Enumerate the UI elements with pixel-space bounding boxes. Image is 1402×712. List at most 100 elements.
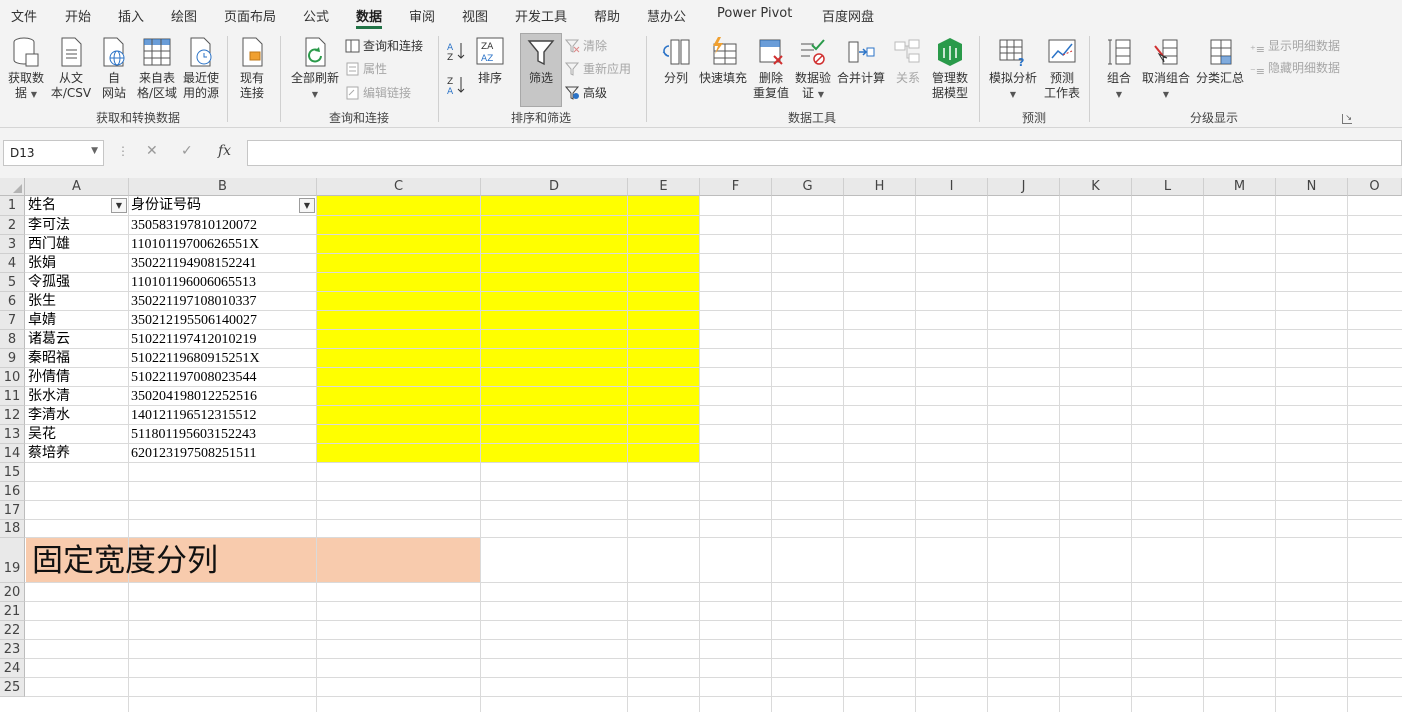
row-header[interactable]: 13 [0,425,25,444]
column-header-a[interactable]: A [25,178,129,196]
tab-view[interactable]: 视图 [462,6,488,26]
cell-name[interactable]: 吴花 [26,425,56,444]
sort-za-button[interactable]: ZA [446,74,468,100]
row-header[interactable]: 25 [0,678,25,697]
clear-filter-button[interactable]: 清除 [565,38,607,54]
row-header[interactable]: 2 [0,216,25,235]
tab-page-layout[interactable]: 页面布局 [224,6,276,26]
cell-id[interactable]: 510221197008023544 [129,368,256,387]
refresh-all-button[interactable]: 全部刷新 ▼ [288,36,342,102]
properties-button[interactable]: 属性 [345,61,387,77]
cell-name[interactable]: 孙倩倩 [26,368,70,387]
cell-id[interactable]: 140121196512315512 [129,406,256,425]
cell-id[interactable]: 350583197810120072 [129,216,257,235]
tab-developer[interactable]: 开发工具 [515,6,567,26]
column-header-k[interactable]: K [1060,178,1132,196]
consolidate-button[interactable]: 合并计算 [835,36,887,86]
cell-name[interactable]: 诸葛云 [26,330,70,349]
row-header[interactable]: 17 [0,501,25,520]
recent-sources-button[interactable]: 最近使 用的源 [180,36,222,101]
column-header-m[interactable]: M [1204,178,1276,196]
worksheet-grid[interactable]: A B C D E F G H I J K L M N O 1 2 3 4 5 … [0,178,1402,712]
subtotal-button[interactable]: 分类汇总 [1194,36,1246,86]
cell-name[interactable]: 秦昭福 [26,349,70,368]
cell-name[interactable]: 张生 [26,292,56,311]
relationships-button[interactable]: 关系 [891,36,925,86]
cell-name[interactable]: 李可法 [26,216,70,235]
ungroup-button[interactable]: 取消组合 ▼ [1140,36,1192,102]
column-header-l[interactable]: L [1132,178,1204,196]
tab-baidu-netdisk[interactable]: 百度网盘 [822,6,874,26]
tab-review[interactable]: 审阅 [409,6,435,26]
from-web-button[interactable]: 自 网站 [96,36,132,101]
row-header[interactable]: 10 [0,368,25,387]
row-header[interactable]: 1 [0,196,25,216]
existing-connections-button[interactable]: 现有 连接 [233,36,271,101]
flash-fill-button[interactable]: 快速填充 [697,36,749,86]
filter-button[interactable]: 筛选 [520,33,562,107]
row-header[interactable]: 7 [0,311,25,330]
cell-b1-id-header[interactable]: 身份证号码 [129,196,201,215]
cell-id[interactable]: 511801195603152243 [129,425,256,444]
row-header[interactable]: 20 [0,583,25,602]
remove-duplicates-button[interactable]: 删除 重复值 [752,36,790,101]
cell-name[interactable]: 蔡培养 [26,444,70,463]
row-header[interactable]: 6 [0,292,25,311]
column-header-o[interactable]: O [1348,178,1402,196]
advanced-filter-button[interactable]: 高级 [565,85,607,101]
manage-data-model-button[interactable]: 管理数 据模型 [928,36,972,101]
tab-data[interactable]: 数据 [356,6,383,29]
cell-id[interactable]: 620123197508251511 [129,444,256,463]
row-header[interactable]: 18 [0,520,25,538]
chevron-down-icon[interactable]: ▼ [91,146,98,156]
hide-detail-button[interactable]: ⁻≡ 隐藏明细数据 [1250,60,1340,80]
dialog-launcher-icon[interactable]: ↘ [1342,114,1352,124]
tab-draw[interactable]: 绘图 [171,6,197,26]
formula-input[interactable] [247,140,1402,166]
row-header[interactable]: 14 [0,444,25,463]
row-header[interactable]: 12 [0,406,25,425]
column-header-h[interactable]: H [844,178,916,196]
cell-name[interactable]: 张水清 [26,387,70,406]
sort-az-button[interactable]: AZ [446,40,468,66]
insert-function-icon[interactable]: fx [218,143,231,159]
row-header[interactable]: 9 [0,349,25,368]
group-button[interactable]: 组合 ▼ [1102,36,1136,102]
tab-insert[interactable]: 插入 [118,6,144,26]
cell-id[interactable]: 350212195506140027 [129,311,257,330]
row-header[interactable]: 21 [0,602,25,621]
cell-name[interactable]: 李清水 [26,406,70,425]
row-header[interactable]: 22 [0,621,25,640]
more-options-icon[interactable]: ⋮ [117,144,129,158]
cell-a1-name-header[interactable]: 姓名 [26,196,56,215]
cell-id[interactable]: 350204198012252516 [129,387,257,406]
cell-name[interactable]: 张娟 [26,254,56,273]
tab-help[interactable]: 帮助 [594,6,620,26]
cell-name[interactable]: 西门雄 [26,235,70,254]
sort-button[interactable]: ZA AZ 排序 [473,36,507,86]
from-table-button[interactable]: 来自表 格/区域 [135,36,179,101]
column-header-n[interactable]: N [1276,178,1348,196]
cell-name[interactable]: 令孤强 [26,273,70,292]
cell-id[interactable]: 11010119700626551X [129,235,259,254]
column-header-g[interactable]: G [772,178,844,196]
filter-dropdown-icon[interactable]: ▼ [299,198,315,213]
edit-links-button[interactable]: 编辑链接 [345,85,411,101]
cell-id[interactable]: 350221197108010337 [129,292,256,311]
tab-power-pivot[interactable]: Power Pivot [717,6,792,26]
row-header[interactable]: 8 [0,330,25,349]
column-header-f[interactable]: F [700,178,772,196]
name-box[interactable]: D13 ▼ [3,140,104,166]
cell-id[interactable]: 510221197412010219 [129,330,256,349]
text-to-columns-button[interactable]: 分列 [658,36,694,86]
cell-id[interactable]: 110101196006065513 [129,273,256,292]
row-header[interactable]: 15 [0,463,25,482]
column-header-i[interactable]: I [916,178,988,196]
column-header-c[interactable]: C [317,178,481,196]
row-header[interactable]: 23 [0,640,25,659]
cell-id[interactable]: 350221194908152241 [129,254,256,273]
forecast-sheet-button[interactable]: 预测 工作表 [1042,36,1082,101]
from-text-csv-button[interactable]: 从文 本/CSV [48,36,94,101]
select-all-corner[interactable] [0,178,25,196]
tab-formulas[interactable]: 公式 [303,6,329,26]
